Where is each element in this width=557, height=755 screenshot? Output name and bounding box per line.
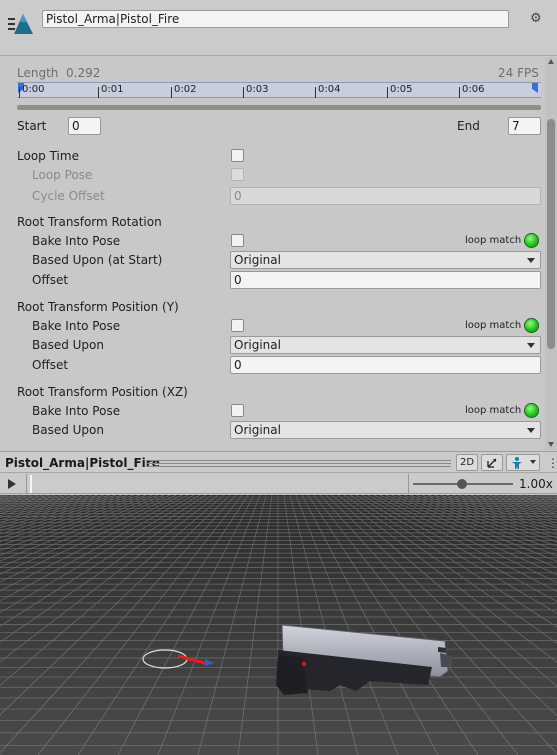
position-y-header: Root Transform Position (Y) <box>0 297 545 317</box>
clip-header: Pistol_Arma|Pistol_Fire ⚙ <box>0 0 557 56</box>
rotation-based-upon-dropdown[interactable]: Original <box>230 251 541 269</box>
pivot-toggle-button[interactable] <box>481 454 503 471</box>
chevron-down-icon <box>529 460 536 464</box>
rotation-bake-label: Bake Into Pose <box>32 234 121 248</box>
clip-timeline[interactable]: 0:00 0:01 0:02 0:03 0:04 0:05 0:06 <box>17 82 541 98</box>
rotation-loop-match-label: loop match <box>465 235 522 246</box>
cycle-offset-field: 0 <box>230 187 541 205</box>
divider <box>26 474 27 494</box>
scrub-handle[interactable] <box>30 475 32 493</box>
end-field[interactable]: 7 <box>508 117 541 135</box>
preview-viewport[interactable] <box>0 495 557 755</box>
position-xz-title: Root Transform Position (XZ) <box>17 385 188 399</box>
playback-speed-thumb[interactable] <box>457 479 467 489</box>
chevron-down-icon <box>527 428 535 433</box>
scrollbar-thumb[interactable] <box>547 119 555 349</box>
mode-2d-button[interactable]: 2D <box>456 454 478 471</box>
start-label: Start <box>17 119 47 133</box>
loop-pose-label: Loop Pose <box>32 168 93 182</box>
loop-match-indicator-icon <box>524 403 539 418</box>
play-icon[interactable] <box>8 479 16 489</box>
clip-name-field[interactable]: Pistol_Arma|Pistol_Fire <box>42 10 509 28</box>
length-row: Length 0.292 24 FPS <box>0 63 545 83</box>
viewport-scene <box>0 495 557 755</box>
rotation-offset-row: Offset 0 <box>0 270 545 290</box>
cycle-offset-row: Cycle Offset 0 <box>0 186 545 206</box>
position-xz-based-upon-row: Based Upon Original <box>0 420 545 440</box>
avatar-preview-button[interactable] <box>506 454 540 471</box>
divider <box>408 474 409 494</box>
more-options-icon[interactable]: ⋮ <box>547 456 557 470</box>
rotation-offset-label: Offset <box>32 273 69 287</box>
cycle-offset-label: Cycle Offset <box>32 189 105 203</box>
loop-time-label: Loop Time <box>17 149 79 163</box>
position-y-offset-row: Offset 0 <box>0 355 545 375</box>
humanoid-icon <box>512 457 523 469</box>
loop-pose-checkbox <box>231 168 244 181</box>
position-y-offset-field[interactable]: 0 <box>230 356 541 374</box>
preview-title: Pistol_Arma|Pistol_Fire <box>5 456 160 470</box>
inspector-scrollbar[interactable] <box>545 57 557 450</box>
loop-match-indicator-icon <box>524 318 539 333</box>
position-xz-based-upon-label: Based Upon <box>32 423 104 437</box>
preview-playbar: 1.00x <box>0 474 557 494</box>
loop-match-indicator-icon <box>524 233 539 248</box>
position-xz-bake-row: Bake Into Pose loop match <box>0 401 545 421</box>
timeline-scrollbar[interactable] <box>17 105 541 110</box>
length-label: Length <box>17 66 59 80</box>
end-marker[interactable] <box>532 83 538 93</box>
position-xz-loop-match-label: loop match <box>465 405 522 416</box>
position-xz-bake-label: Bake Into Pose <box>32 404 121 418</box>
position-y-bake-checkbox[interactable] <box>231 319 244 332</box>
chevron-down-icon <box>527 343 535 348</box>
position-y-based-upon-row: Based Upon Original <box>0 335 545 355</box>
rotation-header: Root Transform Rotation <box>0 212 545 232</box>
chevron-down-icon <box>527 258 535 263</box>
position-xz-based-upon-dropdown[interactable]: Original <box>230 421 541 439</box>
loop-time-checkbox[interactable] <box>231 149 244 162</box>
rotation-bake-row: Bake Into Pose loop match <box>0 231 545 251</box>
scroll-up-icon[interactable] <box>548 59 554 64</box>
rotation-offset-field[interactable]: 0 <box>230 271 541 289</box>
position-y-title: Root Transform Position (Y) <box>17 300 179 314</box>
position-y-bake-label: Bake Into Pose <box>32 319 121 333</box>
preview-toolbar: Pistol_Arma|Pistol_Fire 2D ⋮ <box>0 451 557 473</box>
resize-grip-icon[interactable] <box>146 460 451 467</box>
rotation-title: Root Transform Rotation <box>17 215 162 229</box>
position-y-offset-label: Offset <box>32 358 69 372</box>
animation-clip-inspector: Length 0.292 24 FPS 0:00 0:01 0:02 0:03 … <box>0 57 545 450</box>
position-y-loop-match-label: loop match <box>465 320 522 331</box>
scroll-down-icon[interactable] <box>548 442 554 447</box>
position-y-bake-row: Bake Into Pose loop match <box>0 316 545 336</box>
position-y-based-upon-dropdown[interactable]: Original <box>230 336 541 354</box>
animation-clip-icon <box>8 14 33 34</box>
start-field[interactable]: 0 <box>68 117 101 135</box>
length-value: 0.292 <box>66 66 101 80</box>
playback-speed-label: 1.00x <box>519 477 553 491</box>
loop-time-row: Loop Time <box>0 146 545 166</box>
pivot-icon <box>487 458 497 468</box>
rotation-based-upon-label: Based Upon (at Start) <box>32 253 163 267</box>
range-row: Start 0 End 7 <box>0 116 545 136</box>
position-xz-bake-checkbox[interactable] <box>231 404 244 417</box>
position-y-based-upon-label: Based Upon <box>32 338 104 352</box>
rotation-based-upon-row: Based Upon (at Start) Original <box>0 250 545 270</box>
end-label: End <box>457 119 480 133</box>
rotation-bake-checkbox[interactable] <box>231 234 244 247</box>
gear-icon[interactable]: ⚙ <box>530 11 542 26</box>
loop-pose-row: Loop Pose <box>0 165 545 185</box>
position-xz-header: Root Transform Position (XZ) <box>0 382 545 402</box>
fps-label: 24 FPS <box>498 66 539 80</box>
